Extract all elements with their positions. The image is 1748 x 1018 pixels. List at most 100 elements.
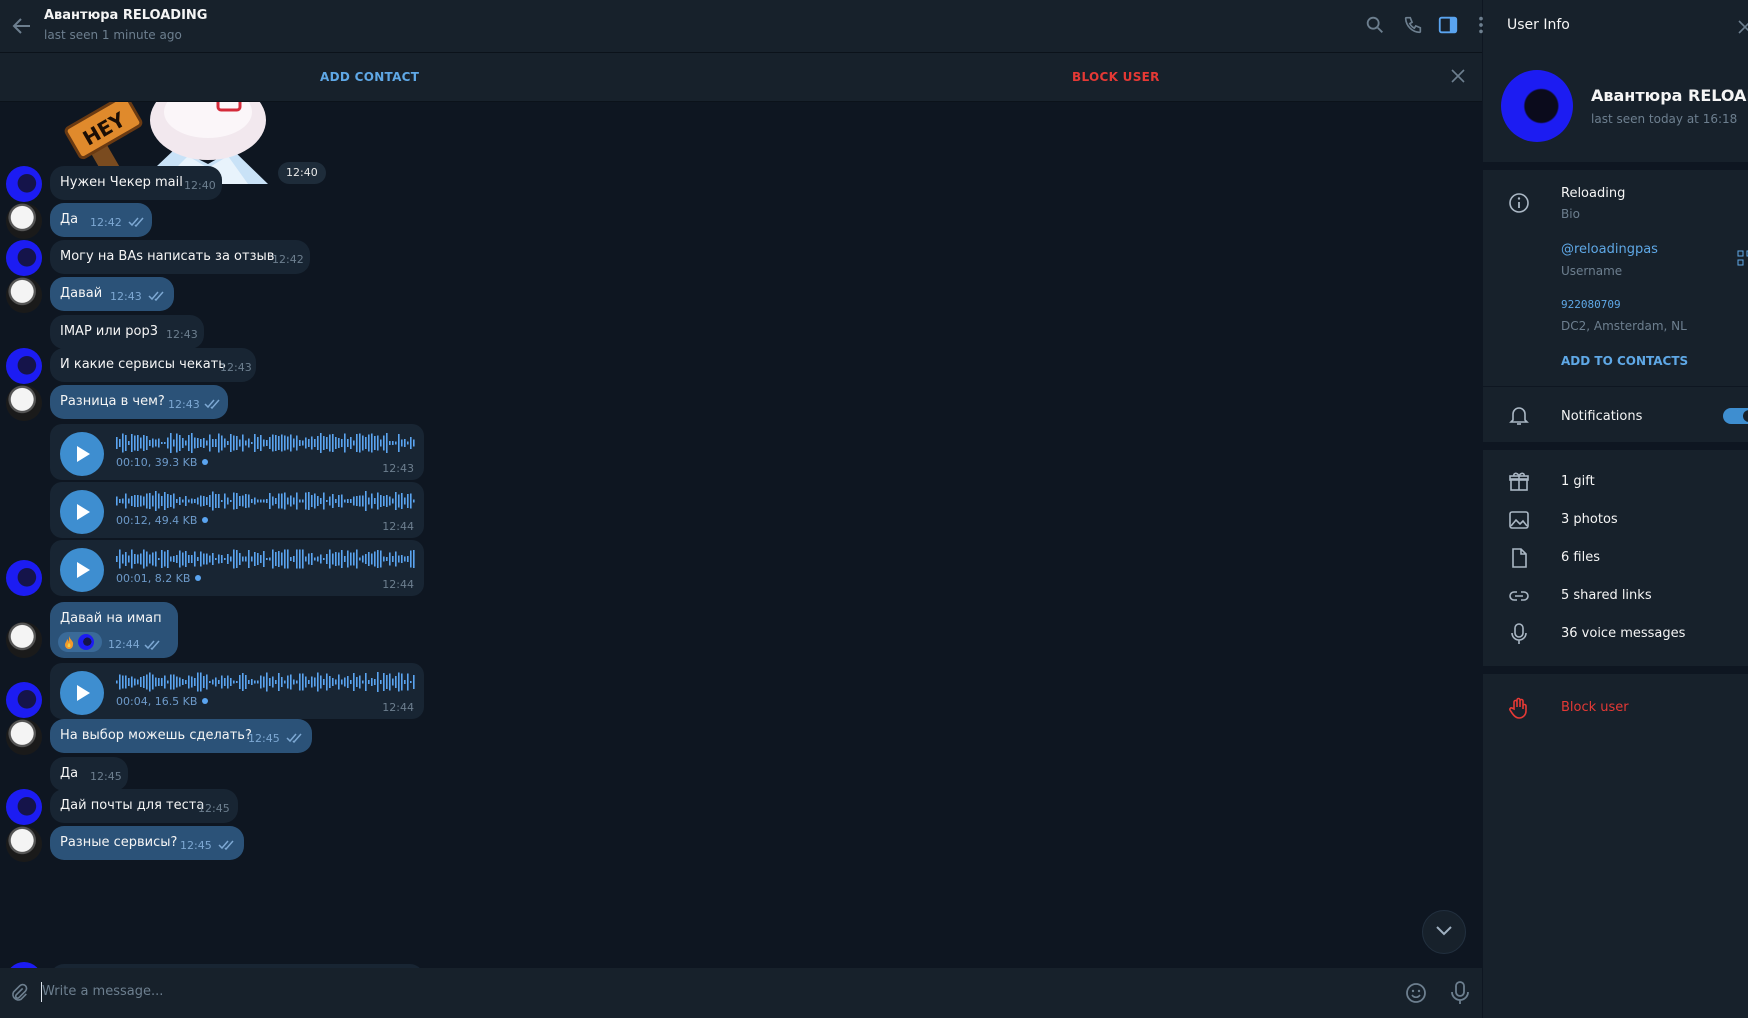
waveform-bar bbox=[143, 676, 145, 688]
reaction-chip[interactable] bbox=[58, 632, 102, 652]
phone-icon[interactable] bbox=[1402, 14, 1424, 36]
voice-message[interactable]: 00:04, 16.5 KB 12:44 bbox=[50, 663, 424, 719]
message-text: Да bbox=[60, 766, 79, 781]
close-panel-icon[interactable] bbox=[1738, 20, 1748, 34]
avatar[interactable] bbox=[6, 789, 42, 825]
notifications-label: Notifications bbox=[1561, 409, 1643, 424]
waveform-bar bbox=[257, 499, 259, 503]
waveform-bar bbox=[236, 550, 238, 568]
play-button[interactable] bbox=[60, 671, 104, 715]
waveform-bar bbox=[344, 677, 346, 687]
waveform-bar bbox=[212, 491, 214, 511]
block-user-panel-button[interactable]: Block user bbox=[1561, 700, 1629, 715]
waveform-bar bbox=[362, 555, 364, 563]
waveform-bar bbox=[158, 558, 160, 560]
close-icon[interactable] bbox=[1450, 68, 1466, 84]
waveform-bar bbox=[386, 433, 388, 453]
user-id-value[interactable]: 922080709 bbox=[1561, 298, 1621, 311]
message-incoming[interactable]: И какие сервисы чекать 12:43 bbox=[50, 348, 256, 382]
waveform[interactable] bbox=[116, 671, 416, 693]
message-outgoing[interactable]: Разные сервисы? 12:45 bbox=[50, 826, 244, 860]
waveform-bar bbox=[290, 557, 292, 561]
attach-icon[interactable] bbox=[8, 982, 30, 1004]
shared-photos-item[interactable]: 3 photos bbox=[1561, 512, 1618, 527]
search-icon[interactable] bbox=[1364, 14, 1386, 36]
back-arrow-icon[interactable] bbox=[10, 14, 34, 38]
avatar[interactable] bbox=[6, 240, 42, 276]
waveform-bar bbox=[398, 494, 400, 508]
message-incoming[interactable]: Нужен Чекер mail 12:40 bbox=[50, 166, 222, 200]
message-outgoing[interactable]: Давай 12:43 bbox=[50, 277, 174, 311]
avatar[interactable] bbox=[6, 826, 42, 862]
voice-messages-item[interactable]: 36 voice messages bbox=[1561, 626, 1685, 641]
message-incoming[interactable]: Да 12:45 bbox=[50, 757, 128, 791]
waveform-bar bbox=[146, 493, 148, 509]
waveform-bar bbox=[200, 495, 202, 507]
message-outgoing[interactable]: Давай на имап 12:44 bbox=[50, 602, 178, 658]
waveform[interactable] bbox=[116, 490, 416, 512]
waveform-bar bbox=[263, 439, 265, 447]
message-outgoing[interactable]: На выбор можешь сделать? 12:45 bbox=[50, 719, 312, 753]
voice-message[interactable]: 00:12, 49.4 KB 12:44 bbox=[50, 482, 424, 538]
waveform-bar bbox=[374, 679, 376, 685]
avatar[interactable] bbox=[6, 719, 42, 755]
waveform-bar bbox=[374, 436, 376, 450]
message-list[interactable]: HEY 12:40 Нужен Чекер mail 12:40 Да 12:4… bbox=[0, 102, 1482, 968]
avatar[interactable] bbox=[6, 622, 42, 658]
message-incoming[interactable]: Дай почты для теста 12:45 bbox=[50, 789, 238, 823]
avatar[interactable] bbox=[6, 203, 42, 239]
waveform-bar bbox=[239, 553, 241, 565]
shared-files-item[interactable]: 6 files bbox=[1561, 550, 1600, 565]
emoji-icon[interactable] bbox=[1404, 981, 1428, 1005]
waveform-bar bbox=[221, 500, 223, 502]
profile-avatar[interactable] bbox=[1501, 70, 1573, 142]
shared-links-item[interactable]: 5 shared links bbox=[1561, 588, 1652, 603]
waveform-bar bbox=[218, 680, 220, 684]
add-contact-button[interactable]: ADD CONTACT bbox=[320, 70, 419, 84]
add-to-contacts-button[interactable]: ADD TO CONTACTS bbox=[1561, 354, 1688, 368]
bio-value: Reloading bbox=[1561, 186, 1626, 201]
waveform-bar bbox=[224, 438, 226, 448]
scroll-to-bottom-button[interactable] bbox=[1422, 910, 1466, 954]
avatar[interactable] bbox=[6, 348, 42, 384]
waveform-bar bbox=[266, 499, 268, 503]
waveform-bar bbox=[134, 495, 136, 507]
message-incoming[interactable]: IMAP или pop3 12:43 bbox=[50, 315, 204, 349]
waveform-bar bbox=[188, 555, 190, 563]
waveform-bar bbox=[359, 433, 361, 453]
waveform-bar bbox=[380, 680, 382, 684]
chat-title[interactable]: Авантюра RELOADING bbox=[44, 8, 207, 23]
voice-message[interactable]: 00:10, 39.3 KB 12:43 bbox=[50, 424, 424, 480]
waveform[interactable] bbox=[116, 548, 416, 570]
voice-message[interactable]: 00:01, 8.2 KB 12:44 bbox=[50, 540, 424, 596]
play-button[interactable] bbox=[60, 432, 104, 476]
microphone-icon[interactable] bbox=[1448, 980, 1472, 1006]
message-incoming[interactable]: Могу на BAs написать за отзыв 12:42 bbox=[50, 240, 310, 274]
avatar[interactable] bbox=[6, 682, 42, 718]
sidebar-toggle-icon[interactable] bbox=[1437, 14, 1459, 36]
avatar[interactable] bbox=[6, 277, 42, 313]
message-input[interactable]: Write a message... bbox=[42, 984, 163, 999]
play-button[interactable] bbox=[60, 490, 104, 534]
reaction-avatar bbox=[78, 634, 94, 650]
play-button[interactable] bbox=[60, 548, 104, 592]
avatar[interactable] bbox=[6, 166, 42, 202]
waveform-bar bbox=[242, 495, 244, 507]
avatar[interactable] bbox=[6, 560, 42, 596]
shared-gifts-item[interactable]: 1 gift bbox=[1561, 474, 1595, 489]
waveform-bar bbox=[395, 441, 397, 445]
waveform-bar bbox=[230, 556, 232, 562]
waveform-bar bbox=[158, 493, 160, 509]
waveform[interactable] bbox=[116, 432, 416, 454]
waveform-bar bbox=[308, 553, 310, 565]
notifications-toggle[interactable] bbox=[1723, 408, 1748, 424]
message-outgoing[interactable]: Да 12:42 bbox=[50, 203, 152, 237]
waveform-bar bbox=[341, 439, 343, 447]
waveform-bar bbox=[167, 550, 169, 568]
message-outgoing[interactable]: Разница в чем? 12:43 bbox=[50, 385, 228, 419]
username-value[interactable]: @reloadingpas bbox=[1561, 242, 1658, 257]
avatar[interactable] bbox=[6, 385, 42, 421]
block-user-button[interactable]: BLOCK USER bbox=[1072, 70, 1160, 84]
qr-code-icon[interactable] bbox=[1737, 250, 1748, 266]
waveform-bar bbox=[197, 497, 199, 505]
